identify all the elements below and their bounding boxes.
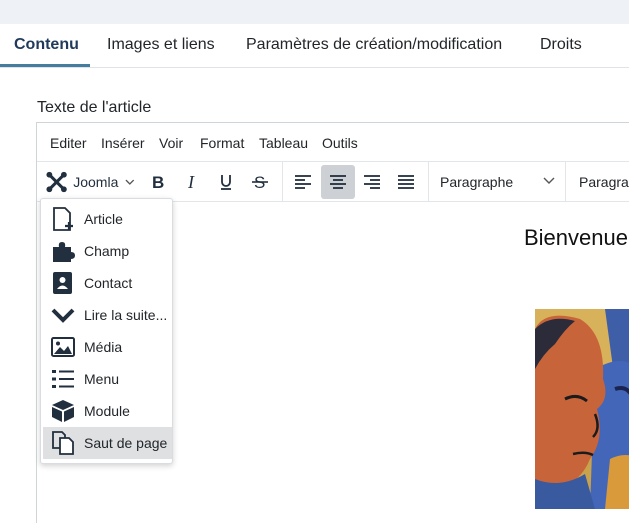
align-justify-icon: [398, 175, 414, 189]
menu-tableau[interactable]: Tableau: [259, 135, 308, 151]
block-format-select[interactable]: Paragraphe: [429, 162, 564, 201]
align-right-icon: [364, 175, 380, 189]
painting-image: [535, 309, 629, 509]
bold-icon: B: [152, 173, 164, 192]
menu-outils[interactable]: Outils: [322, 135, 358, 151]
tab-droits[interactable]: Droits: [540, 24, 582, 68]
menu-inserer[interactable]: Insérer: [101, 135, 145, 151]
puzzle-icon: [53, 242, 75, 262]
italic-icon: I: [187, 172, 195, 192]
list-icon: [52, 370, 74, 388]
underline-button[interactable]: [209, 165, 243, 199]
strikethrough-icon: S: [252, 173, 268, 192]
file-plus-icon: [53, 207, 73, 231]
menu-item-label: Champ: [84, 243, 130, 259]
font-format-value: Paragraphe: [579, 174, 629, 190]
menu-voir[interactable]: Voir: [159, 135, 183, 151]
editor-toolbar: Joomla B I S Paragraphe Paragra: [37, 162, 629, 202]
toolbar-separator: [282, 162, 283, 201]
field-label: Texte de l'article: [37, 99, 152, 116]
menu-item-label: Module: [84, 403, 130, 419]
menu-item-menu[interactable]: Menu: [43, 363, 172, 395]
bold-button[interactable]: B: [141, 165, 175, 199]
content-title: Bienvenue: [524, 225, 628, 250]
image-icon: [51, 337, 75, 357]
strikethrough-button[interactable]: S: [243, 165, 277, 199]
menu-item-article[interactable]: Article: [43, 203, 172, 235]
cube-icon: [52, 400, 74, 422]
tab-images-et-liens[interactable]: Images et liens: [107, 24, 215, 68]
menu-item-label: Contact: [84, 275, 133, 291]
menu-item-label: Article: [84, 211, 123, 227]
menu-item-media[interactable]: Média: [43, 331, 172, 363]
menu-item-label: Lire la suite...: [84, 307, 168, 323]
underline-icon: [221, 175, 231, 190]
editor-menubar: Editer Insérer Voir Format Tableau Outil…: [37, 123, 629, 162]
article-image: [535, 309, 629, 509]
align-left-icon: [295, 175, 311, 189]
block-format-value: Paragraphe: [440, 174, 514, 190]
joomla-dropdown-menu: Article Champ Contact Lire la suite... M…: [40, 198, 173, 464]
align-right-button[interactable]: [355, 165, 389, 199]
chevron-down-icon: [125, 179, 135, 185]
address-book-icon: [53, 272, 72, 294]
copy-icon: [52, 431, 74, 455]
align-left-button[interactable]: [286, 165, 320, 199]
menu-item-module[interactable]: Module: [43, 395, 172, 427]
menu-item-label: Média: [84, 339, 123, 355]
svg-text:I: I: [187, 172, 195, 192]
menu-editer[interactable]: Editer: [50, 135, 87, 151]
align-justify-button[interactable]: [389, 165, 423, 199]
chevron-down-icon: [543, 177, 555, 184]
svg-text:B: B: [152, 173, 164, 192]
tab-parametres[interactable]: Paramètres de création/modification: [246, 24, 502, 68]
menu-item-saut-de-page[interactable]: Saut de page: [43, 427, 172, 459]
joomla-icon: [46, 171, 67, 193]
menu-item-label: Saut de page: [84, 435, 168, 451]
italic-button[interactable]: I: [175, 165, 209, 199]
menu-format[interactable]: Format: [200, 135, 244, 151]
menu-item-champ[interactable]: Champ: [43, 235, 172, 267]
font-format-select[interactable]: Paragraphe: [566, 162, 629, 201]
tab-contenu[interactable]: Contenu: [0, 24, 90, 67]
menu-item-label: Menu: [84, 371, 120, 387]
joomla-button[interactable]: Joomla: [41, 165, 136, 199]
tab-bar: Contenu Images et liens Paramètres de cr…: [0, 24, 629, 68]
joomla-label: Joomla: [73, 174, 119, 190]
chevron-down-icon: [51, 308, 75, 323]
menu-item-lire-la-suite[interactable]: Lire la suite...: [43, 299, 172, 331]
align-center-icon: [330, 175, 346, 189]
menu-item-contact[interactable]: Contact: [43, 267, 172, 299]
top-band: [0, 0, 629, 24]
align-center-button[interactable]: [321, 165, 355, 199]
